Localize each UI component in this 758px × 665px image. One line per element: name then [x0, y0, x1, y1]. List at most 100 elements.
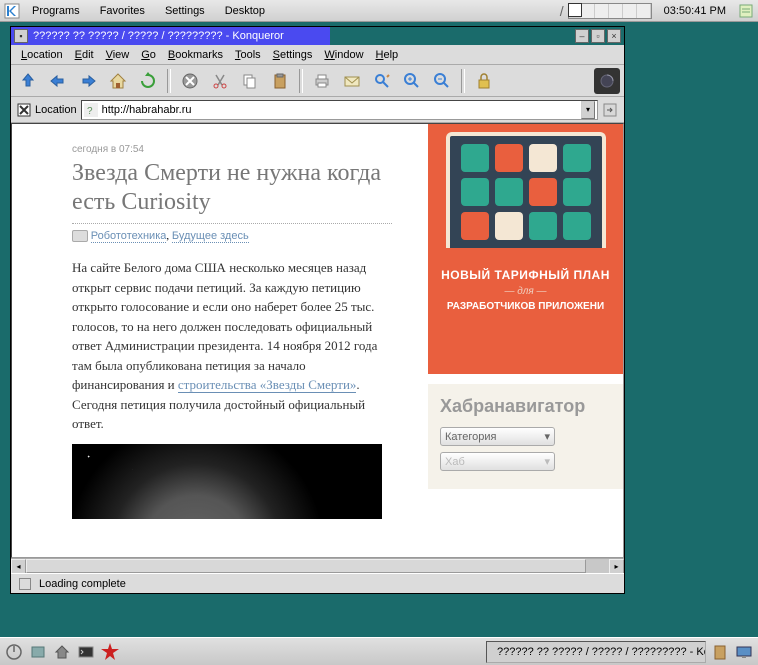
briefcase-icon [72, 230, 88, 242]
note-tray-icon[interactable] [738, 3, 754, 19]
window-titlebar[interactable]: ▪ ?????? ?? ????? / ????? / ????????? - … [11, 27, 624, 45]
hub-select[interactable]: Хаб▾ [440, 452, 555, 471]
print-button[interactable] [309, 68, 335, 94]
main-toolbar [11, 65, 624, 97]
ad-headline: НОВЫЙ ТАРИФНЫЙ ПЛАН [428, 268, 623, 282]
desktop-clock: 03:50:41 PM [656, 5, 734, 17]
article-headline[interactable]: Звезда Смерти не нужна когда есть Curios… [72, 159, 392, 224]
statusbar: Loading complete [11, 573, 624, 593]
go-button[interactable] [602, 102, 618, 118]
ad-tile [529, 212, 557, 240]
app-menubar: Location Edit View Go Bookmarks Tools Se… [11, 45, 624, 65]
desktop-pager[interactable] [568, 3, 652, 19]
ad-footer: РАЗРАБОТЧИКОВ ПРИЛОЖЕНИ [428, 301, 623, 312]
chevron-down-icon: ▾ [544, 455, 550, 468]
body-link[interactable]: строительства «Звезды Смерти» [178, 377, 357, 393]
ad-tile [563, 178, 591, 206]
horizontal-scrollbar[interactable]: ◂ ▸ [11, 558, 624, 573]
ad-tile [529, 178, 557, 206]
paste-button[interactable] [267, 68, 293, 94]
logout-icon[interactable] [4, 642, 24, 662]
article-image: ✦· [72, 444, 382, 519]
menu-location[interactable]: Location [15, 47, 69, 63]
menu-bookmarks[interactable]: Bookmarks [162, 47, 229, 63]
task-label: ?????? ?? ????? / ????? / ????????? - Ko… [497, 646, 706, 658]
sidebar-ad[interactable]: НОВЫЙ ТАРИФНЫЙ ПЛАН для РАЗРАБОТЧИКОВ ПР… [428, 124, 623, 374]
pager-sep-icon: / [560, 3, 564, 19]
minimize-button[interactable]: – [575, 29, 589, 43]
ad-subtext: для [428, 286, 623, 297]
find-button[interactable] [369, 68, 395, 94]
copy-button[interactable] [237, 68, 263, 94]
scroll-right-button[interactable]: ▸ [609, 559, 624, 574]
display-tray-icon[interactable] [734, 642, 754, 662]
stop-button[interactable] [177, 68, 203, 94]
zoom-out-button[interactable] [429, 68, 455, 94]
zoom-in-button[interactable] [399, 68, 425, 94]
article-body: На сайте Белого дома США несколько месяц… [72, 258, 392, 434]
location-label: Location [35, 104, 77, 116]
window-menu-button[interactable]: ▪ [14, 29, 28, 43]
throbber-icon [594, 68, 620, 94]
favorites-menu[interactable]: Favorites [92, 3, 153, 19]
tag-link[interactable]: Робототехника [91, 230, 167, 243]
menu-view[interactable]: View [100, 47, 136, 63]
lock-icon[interactable] [28, 642, 48, 662]
tag-link[interactable]: Будущее здесь [172, 230, 249, 243]
clear-location-icon[interactable] [17, 103, 31, 117]
menu-tools[interactable]: Tools [229, 47, 267, 63]
desktop-menu[interactable]: Desktop [217, 3, 273, 19]
ad-tile [495, 212, 523, 240]
status-text: Loading complete [39, 578, 126, 590]
ad-tile [495, 178, 523, 206]
taskbar-task[interactable]: ?????? ?? ????? / ????? / ????????? - Ko… [486, 641, 706, 663]
mail-button[interactable] [339, 68, 365, 94]
konqueror-window: ▪ ?????? ?? ????? / ????? / ????????? - … [10, 26, 625, 594]
terminal-icon[interactable] [76, 642, 96, 662]
close-button[interactable]: × [607, 29, 621, 43]
navigator-title: Хабранавигатор [440, 396, 611, 417]
site-favicon: ? [84, 103, 98, 117]
scroll-left-button[interactable]: ◂ [11, 559, 26, 574]
back-button[interactable] [45, 68, 71, 94]
reload-button[interactable] [135, 68, 161, 94]
desktop-menubar: Programs Favorites Settings Desktop / 03… [0, 0, 758, 22]
menu-window[interactable]: Window [318, 47, 369, 63]
location-dropdown-button[interactable]: ▾ [581, 101, 595, 119]
star-icon[interactable] [100, 642, 120, 662]
security-button[interactable] [471, 68, 497, 94]
chevron-down-icon: ▾ [544, 430, 550, 443]
forward-button[interactable] [75, 68, 101, 94]
category-select[interactable]: Категория▾ [440, 427, 555, 446]
up-button[interactable] [15, 68, 41, 94]
content-viewport[interactable]: сегодня в 07:54 Звезда Смерти не нужна к… [11, 123, 624, 558]
home-tray-icon[interactable] [52, 642, 72, 662]
svg-text:?: ? [87, 106, 93, 117]
ad-tile [495, 144, 523, 172]
location-toolbar: Location ? ▾ [11, 97, 624, 123]
ad-tile [563, 212, 591, 240]
scroll-thumb[interactable] [26, 559, 586, 573]
settings-menu[interactable]: Settings [157, 3, 213, 19]
status-icon [19, 578, 31, 590]
cut-button[interactable] [207, 68, 233, 94]
location-combo[interactable]: ? ▾ [81, 100, 598, 120]
article-tags: Робототехника, Будущее здесь [72, 230, 392, 242]
clipboard-tray-icon[interactable] [710, 642, 730, 662]
menu-help[interactable]: Help [370, 47, 405, 63]
ad-tile [461, 178, 489, 206]
programs-menu[interactable]: Programs [24, 3, 88, 19]
menu-go[interactable]: Go [135, 47, 162, 63]
maximize-button[interactable]: ▫ [591, 29, 605, 43]
article-column: сегодня в 07:54 Звезда Смерти не нужна к… [72, 144, 392, 519]
taskbar: ?????? ?? ????? / ????? / ????????? - Ko… [0, 637, 758, 665]
ad-tile [461, 212, 489, 240]
ad-tile [461, 144, 489, 172]
window-title: ?????? ?? ????? / ????? / ????????? - Ko… [29, 30, 574, 42]
ad-tile [529, 144, 557, 172]
menu-settings[interactable]: Settings [267, 47, 319, 63]
k-menu-icon[interactable] [4, 3, 20, 19]
menu-edit[interactable]: Edit [69, 47, 100, 63]
url-input[interactable] [102, 104, 577, 116]
home-button[interactable] [105, 68, 131, 94]
